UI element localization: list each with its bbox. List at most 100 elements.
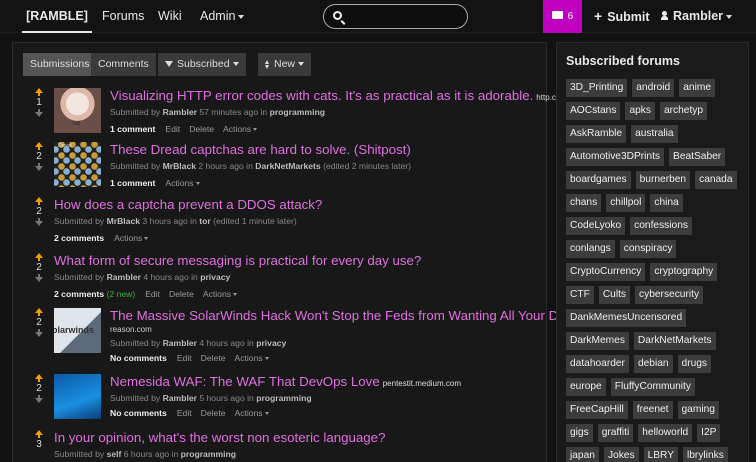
author-link[interactable]: MrBlack [163, 161, 196, 171]
forum-tag[interactable]: CodeLyoko [566, 217, 626, 235]
forum-tag[interactable]: AOCstans [566, 102, 621, 120]
forum-tag[interactable]: 3D_Printing [566, 79, 628, 97]
forum-tag[interactable]: freenet [632, 401, 673, 419]
forum-tag[interactable]: conspiracy [619, 240, 677, 258]
forum-tag[interactable]: gigs [566, 424, 593, 442]
forum-link[interactable]: DarkNetMarkets [255, 161, 320, 171]
forum-tag[interactable]: Jokes [603, 447, 639, 462]
forum-tag[interactable]: Automotive3DPrints [566, 148, 665, 166]
forum-tag[interactable]: lbrylinks [683, 447, 728, 462]
edit-link[interactable]: Edit [165, 124, 180, 134]
submission-title[interactable]: Nemesida WAF: The WAF That DevOps Love [110, 374, 380, 389]
thumbnail-image[interactable]: olarwinds [54, 308, 101, 353]
forum-tag[interactable]: chillpol [606, 194, 646, 212]
actions-dropdown[interactable]: Actions [203, 289, 238, 299]
downvote-icon[interactable] [35, 163, 43, 171]
upvote-icon[interactable] [35, 253, 43, 261]
submit-link[interactable]: + Submit [594, 0, 650, 33]
downvote-icon[interactable] [35, 274, 43, 282]
submission-title[interactable]: What form of secure messaging is practic… [54, 253, 421, 268]
forum-tag[interactable]: anime [679, 79, 715, 97]
upvote-icon[interactable] [35, 308, 43, 316]
forum-tag[interactable]: I2P [697, 424, 721, 442]
submission-title[interactable]: The Massive SolarWinds Hack Won't Stop t… [110, 308, 577, 323]
forum-tag[interactable]: canada [695, 171, 737, 189]
forum-tag[interactable]: drugs [677, 355, 712, 373]
subscribed-filter-dropdown[interactable]: Subscribed [158, 53, 246, 76]
forum-tag[interactable]: graffiti [597, 424, 634, 442]
forum-link[interactable]: programming [256, 393, 311, 403]
forum-tag[interactable]: AskRamble [566, 125, 627, 143]
forum-tag[interactable]: cryptography [650, 263, 718, 281]
tab-submissions[interactable]: Submissions [23, 53, 97, 76]
comments-link[interactable]: No comments [110, 353, 167, 363]
delete-link[interactable]: Delete [201, 353, 226, 363]
forum-tag[interactable]: conlangs [566, 240, 615, 258]
submission-title[interactable]: Visualizing HTTP error codes with cats. … [110, 88, 533, 103]
upvote-icon[interactable] [35, 430, 43, 438]
author-link[interactable]: Rambler [107, 272, 141, 282]
delete-link[interactable]: Delete [201, 408, 226, 418]
edit-link[interactable]: Edit [145, 289, 160, 299]
forum-tag[interactable]: CryptoCurrency [566, 263, 646, 281]
forum-tag[interactable]: apks [625, 102, 655, 120]
forum-tag[interactable]: boardgames [566, 171, 631, 189]
forum-link[interactable]: programming [181, 449, 236, 459]
nav-forums-link[interactable]: Forums [102, 0, 144, 33]
author-link[interactable]: Rambler [163, 338, 197, 348]
forum-tag[interactable]: BeatSaber [669, 148, 726, 166]
sort-dropdown[interactable]: New [258, 53, 312, 76]
forum-tag[interactable]: DarkNetMarkets [633, 332, 716, 350]
upvote-icon[interactable] [35, 88, 43, 96]
forum-tag[interactable]: burnerben [635, 171, 691, 189]
submission-title[interactable]: These Dread captchas are hard to solve. … [110, 142, 411, 157]
forum-tag[interactable]: confessions [630, 217, 692, 235]
actions-dropdown[interactable]: Actions [234, 353, 269, 363]
author-link[interactable]: self [107, 449, 122, 459]
comments-link[interactable]: 2 comments (2 new) [54, 289, 135, 299]
downvote-icon[interactable] [35, 218, 43, 226]
forum-tag[interactable]: china [650, 194, 683, 212]
upvote-icon[interactable] [35, 142, 43, 150]
forum-tag[interactable]: europe [566, 378, 606, 396]
thumbnail-image[interactable]: 100 [54, 88, 101, 133]
forum-link[interactable]: tor [199, 216, 210, 226]
forum-tag[interactable]: Cults [598, 286, 631, 304]
actions-dropdown[interactable]: Actions [234, 408, 269, 418]
forum-tag[interactable]: CTF [566, 286, 594, 304]
submission-title[interactable]: How does a captcha prevent a DDOS attack… [54, 197, 322, 212]
delete-link[interactable]: Delete [189, 124, 214, 134]
comments-link[interactable]: 1 comment [110, 178, 155, 188]
inbox-button[interactable]: 6 [543, 0, 582, 33]
edit-link[interactable]: Edit [177, 353, 192, 363]
upvote-icon[interactable] [35, 374, 43, 382]
forum-tag[interactable]: gaming [677, 401, 719, 419]
forum-tag[interactable]: helloworld [638, 424, 693, 442]
submission-title[interactable]: In your opinion, what's the worst non es… [54, 430, 385, 445]
forum-tag[interactable]: android [632, 79, 675, 97]
downvote-icon[interactable] [35, 329, 43, 337]
author-link[interactable]: MrBlack [107, 216, 140, 226]
tab-comments[interactable]: Comments [91, 53, 156, 76]
edit-link[interactable]: Edit [177, 408, 192, 418]
forum-tag[interactable]: debian [633, 355, 673, 373]
forum-tag[interactable]: datahoarder [566, 355, 629, 373]
forum-tag[interactable]: DankMemesUncensored [566, 309, 687, 327]
forum-tag[interactable]: japan [566, 447, 599, 462]
forum-tag[interactable]: cybersecurity [635, 286, 704, 304]
search-box[interactable] [323, 4, 468, 29]
comments-link[interactable]: 1 comment [110, 124, 155, 134]
nav-admin-dropdown[interactable]: Admin [200, 0, 245, 33]
downvote-icon[interactable] [35, 109, 43, 117]
actions-dropdown[interactable]: Actions [165, 178, 200, 188]
author-link[interactable]: Rambler [163, 393, 197, 403]
forum-tag[interactable]: archetyp [659, 102, 708, 120]
nav-wiki-link[interactable]: Wiki [158, 0, 182, 33]
actions-dropdown[interactable]: Actions [223, 124, 258, 134]
user-menu-dropdown[interactable]: Rambler [661, 0, 733, 33]
delete-link[interactable]: Delete [169, 289, 194, 299]
forum-tag[interactable]: FluffyCommunity [610, 378, 695, 396]
comments-link[interactable]: No comments [110, 408, 167, 418]
forum-link[interactable]: privacy [200, 272, 230, 282]
forum-tag[interactable]: LBRY [643, 447, 678, 462]
